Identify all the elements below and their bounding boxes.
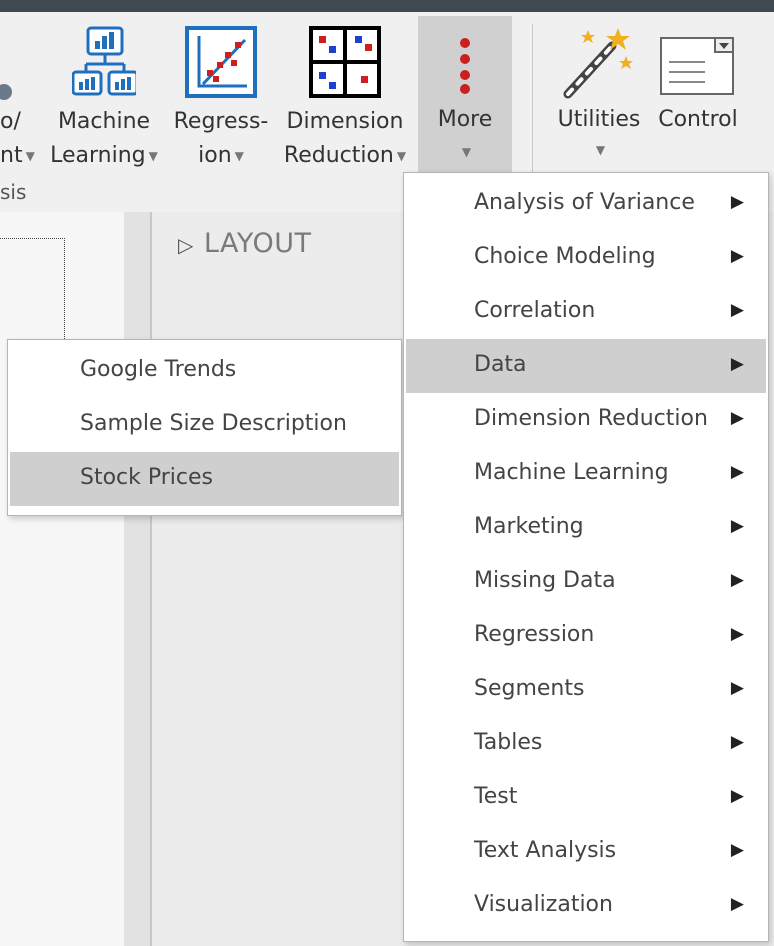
menu-item-data[interactable]: Data ▶: [406, 339, 766, 393]
submenu-item-label: Sample Size Description: [80, 411, 347, 436]
menu-item-label: Visualization: [474, 892, 613, 917]
partial-icon: [0, 84, 12, 100]
panel-splitter[interactable]: [124, 212, 152, 946]
expand-triangle-icon: ▷: [178, 233, 194, 257]
ribbon-group-label: sis: [0, 180, 27, 204]
submenu-arrow-icon: ▶: [730, 786, 744, 806]
chevron-down-icon: ▼: [234, 149, 244, 163]
submenu-arrow-icon: ▶: [730, 732, 744, 752]
regression-button[interactable]: Regress- ion ▼: [168, 12, 274, 182]
machine-learning-label-2: Learning: [50, 143, 146, 168]
submenu-arrow-icon: ▶: [730, 516, 744, 536]
menu-item-label: Missing Data: [474, 568, 616, 593]
menu-item-label: Text Analysis: [474, 838, 617, 863]
regression-label-2: ion: [198, 143, 232, 168]
partial-button-line1: o/: [0, 109, 21, 134]
partial-ribbon-button[interactable]: o/ nt ▼: [0, 12, 40, 192]
menu-item-label: Machine Learning: [474, 460, 669, 485]
menu-item-regression[interactable]: Regression ▶: [406, 609, 766, 663]
menu-item-label: Marketing: [474, 514, 584, 539]
data-submenu: Google Trends Sample Size Description St…: [7, 339, 402, 516]
menu-item-label: Regression: [474, 622, 595, 647]
submenu-item-label: Stock Prices: [80, 465, 214, 490]
menu-item-label: Segments: [474, 676, 585, 701]
submenu-item-google-trends[interactable]: Google Trends: [10, 344, 399, 398]
submenu-arrow-icon: ▶: [730, 408, 744, 428]
menu-item-label: Analysis of Variance: [474, 190, 695, 215]
dimension-reduction-button[interactable]: Dimension Reduction ▼: [278, 12, 412, 182]
control-button[interactable]: Control: [652, 12, 744, 182]
menu-item-choice-modeling[interactable]: Choice Modeling ▶: [406, 231, 766, 285]
menu-item-analysis-of-variance[interactable]: Analysis of Variance ▶: [406, 177, 766, 231]
chevron-down-icon: ▼: [595, 143, 606, 157]
magic-wand-icon: [563, 28, 633, 99]
menu-item-label: Test: [474, 784, 518, 809]
menu-item-machine-learning[interactable]: Machine Learning ▶: [406, 447, 766, 501]
control-combobox-icon: [660, 37, 734, 95]
more-dropdown-menu: Analysis of Variance ▶ Choice Modeling ▶ C…: [403, 172, 769, 942]
menu-item-missing-data[interactable]: Missing Data ▶: [406, 555, 766, 609]
more-label: More: [437, 107, 493, 132]
submenu-arrow-icon: ▶: [730, 840, 744, 860]
dimension-reduction-icon: [309, 26, 381, 98]
submenu-arrow-icon: ▶: [730, 570, 744, 590]
submenu-item-stock-prices[interactable]: Stock Prices: [10, 452, 399, 506]
menu-item-label: Tables: [474, 730, 543, 755]
menu-item-text-analysis[interactable]: Text Analysis ▶: [406, 825, 766, 879]
menu-item-label: Choice Modeling: [474, 244, 656, 269]
menu-item-label: Correlation: [474, 298, 596, 323]
layout-section-header[interactable]: ▷ LAYOUT: [178, 228, 311, 259]
utilities-button[interactable]: Utilities ▼: [550, 12, 648, 182]
submenu-item-sample-size-description[interactable]: Sample Size Description: [10, 398, 399, 452]
chevron-down-icon: ▼: [25, 149, 35, 163]
menu-item-label: Data: [474, 352, 527, 377]
menu-item-dimension-reduction[interactable]: Dimension Reduction ▶: [406, 393, 766, 447]
submenu-arrow-icon: ▶: [730, 678, 744, 698]
menu-item-correlation[interactable]: Correlation ▶: [406, 285, 766, 339]
utilities-label: Utilities: [557, 107, 641, 132]
submenu-arrow-icon: ▶: [730, 246, 744, 266]
dimension-reduction-label-2: Reduction: [283, 143, 394, 168]
regression-label-1: Regress-: [173, 109, 269, 134]
submenu-arrow-icon: ▶: [730, 300, 744, 320]
submenu-item-label: Google Trends: [80, 357, 237, 382]
menu-item-label: Dimension Reduction: [474, 406, 708, 431]
machine-learning-label-1: Machine: [57, 109, 151, 134]
submenu-arrow-icon: ▶: [730, 462, 744, 482]
control-label: Control: [658, 107, 738, 132]
chevron-down-icon: ▼: [396, 149, 407, 163]
layout-title: LAYOUT: [203, 228, 312, 259]
submenu-arrow-icon: ▶: [730, 624, 744, 644]
menu-item-segments[interactable]: Segments ▶: [406, 663, 766, 717]
more-dots-icon: [460, 38, 470, 94]
menu-item-tables[interactable]: Tables ▶: [406, 717, 766, 771]
regression-icon: [185, 26, 257, 98]
chevron-down-icon: ▼: [461, 145, 472, 159]
menu-item-test[interactable]: Test ▶: [406, 771, 766, 825]
machine-learning-icon: [72, 26, 136, 96]
menu-item-visualization[interactable]: Visualization ▶: [406, 879, 766, 933]
menu-item-marketing[interactable]: Marketing ▶: [406, 501, 766, 555]
submenu-arrow-icon: ▶: [730, 192, 744, 212]
window-top-strip: [0, 0, 774, 12]
chevron-down-icon: ▼: [148, 149, 158, 163]
ribbon-group-separator: [532, 24, 533, 184]
partial-button-line2: nt: [0, 143, 23, 168]
more-button[interactable]: More ▼: [418, 16, 512, 182]
machine-learning-button[interactable]: Machine Learning ▼: [46, 12, 162, 182]
submenu-arrow-icon: ▶: [730, 354, 744, 374]
submenu-arrow-icon: ▶: [730, 894, 744, 914]
dimension-reduction-label-1: Dimension: [286, 109, 404, 134]
